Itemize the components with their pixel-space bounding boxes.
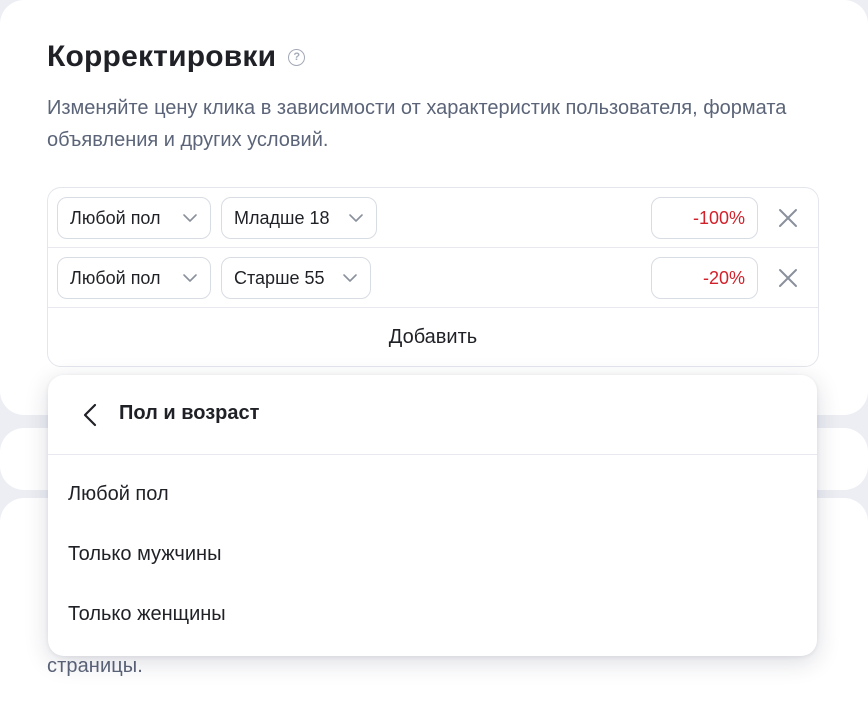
title-row: Корректировки ? [47, 40, 306, 74]
gender-select[interactable]: Любой пол [57, 257, 211, 299]
chevron-down-icon [183, 274, 197, 282]
percent-input[interactable]: -100% [651, 197, 758, 239]
adjustments-card: Корректировки ? Изменяйте цену клика в з… [0, 0, 868, 415]
close-icon[interactable] [777, 207, 799, 229]
option-any-gender[interactable]: Любой пол [68, 483, 169, 506]
chevron-down-icon [183, 214, 197, 222]
option-only-women[interactable]: Только женщины [68, 603, 226, 626]
chevron-down-icon [343, 274, 357, 282]
age-select[interactable]: Старше 55 [221, 257, 371, 299]
add-button[interactable]: Добавить [48, 308, 818, 366]
percent-value: -100% [692, 207, 745, 228]
stage: Корректировки ? Изменяйте цену клика в з… [0, 0, 868, 707]
section-subtitle: Изменяйте цену клика в зависимости от ха… [47, 97, 787, 151]
gender-age-dropdown: Пол и возраст Любой пол Только мужчины Т… [48, 375, 817, 656]
bottom-text: страницы. [47, 655, 143, 677]
chevron-down-icon [349, 214, 363, 222]
section-title: Корректировки [47, 40, 277, 73]
rules-table: Любой пол Младше 18 -100% Любой пол Стар… [47, 187, 819, 367]
option-only-men[interactable]: Только мужчины [68, 543, 221, 566]
age-select[interactable]: Младше 18 [221, 197, 377, 239]
gender-select-value: Любой пол [70, 207, 161, 228]
age-select-value: Младше 18 [234, 207, 330, 228]
dropdown-title: Пол и возраст [119, 402, 260, 424]
rule-row: Любой пол Младше 18 -100% [48, 188, 818, 248]
gender-select-value: Любой пол [70, 267, 161, 288]
percent-input[interactable]: -20% [651, 257, 758, 299]
rule-row: Любой пол Старше 55 -20% [48, 248, 818, 308]
dropdown-header: Пол и возраст [48, 375, 817, 455]
chevron-left-icon[interactable] [82, 403, 98, 427]
close-icon[interactable] [777, 267, 799, 289]
gender-select[interactable]: Любой пол [57, 197, 211, 239]
help-icon[interactable]: ? [288, 48, 306, 66]
age-select-value: Старше 55 [234, 267, 325, 288]
percent-value: -20% [702, 267, 745, 288]
